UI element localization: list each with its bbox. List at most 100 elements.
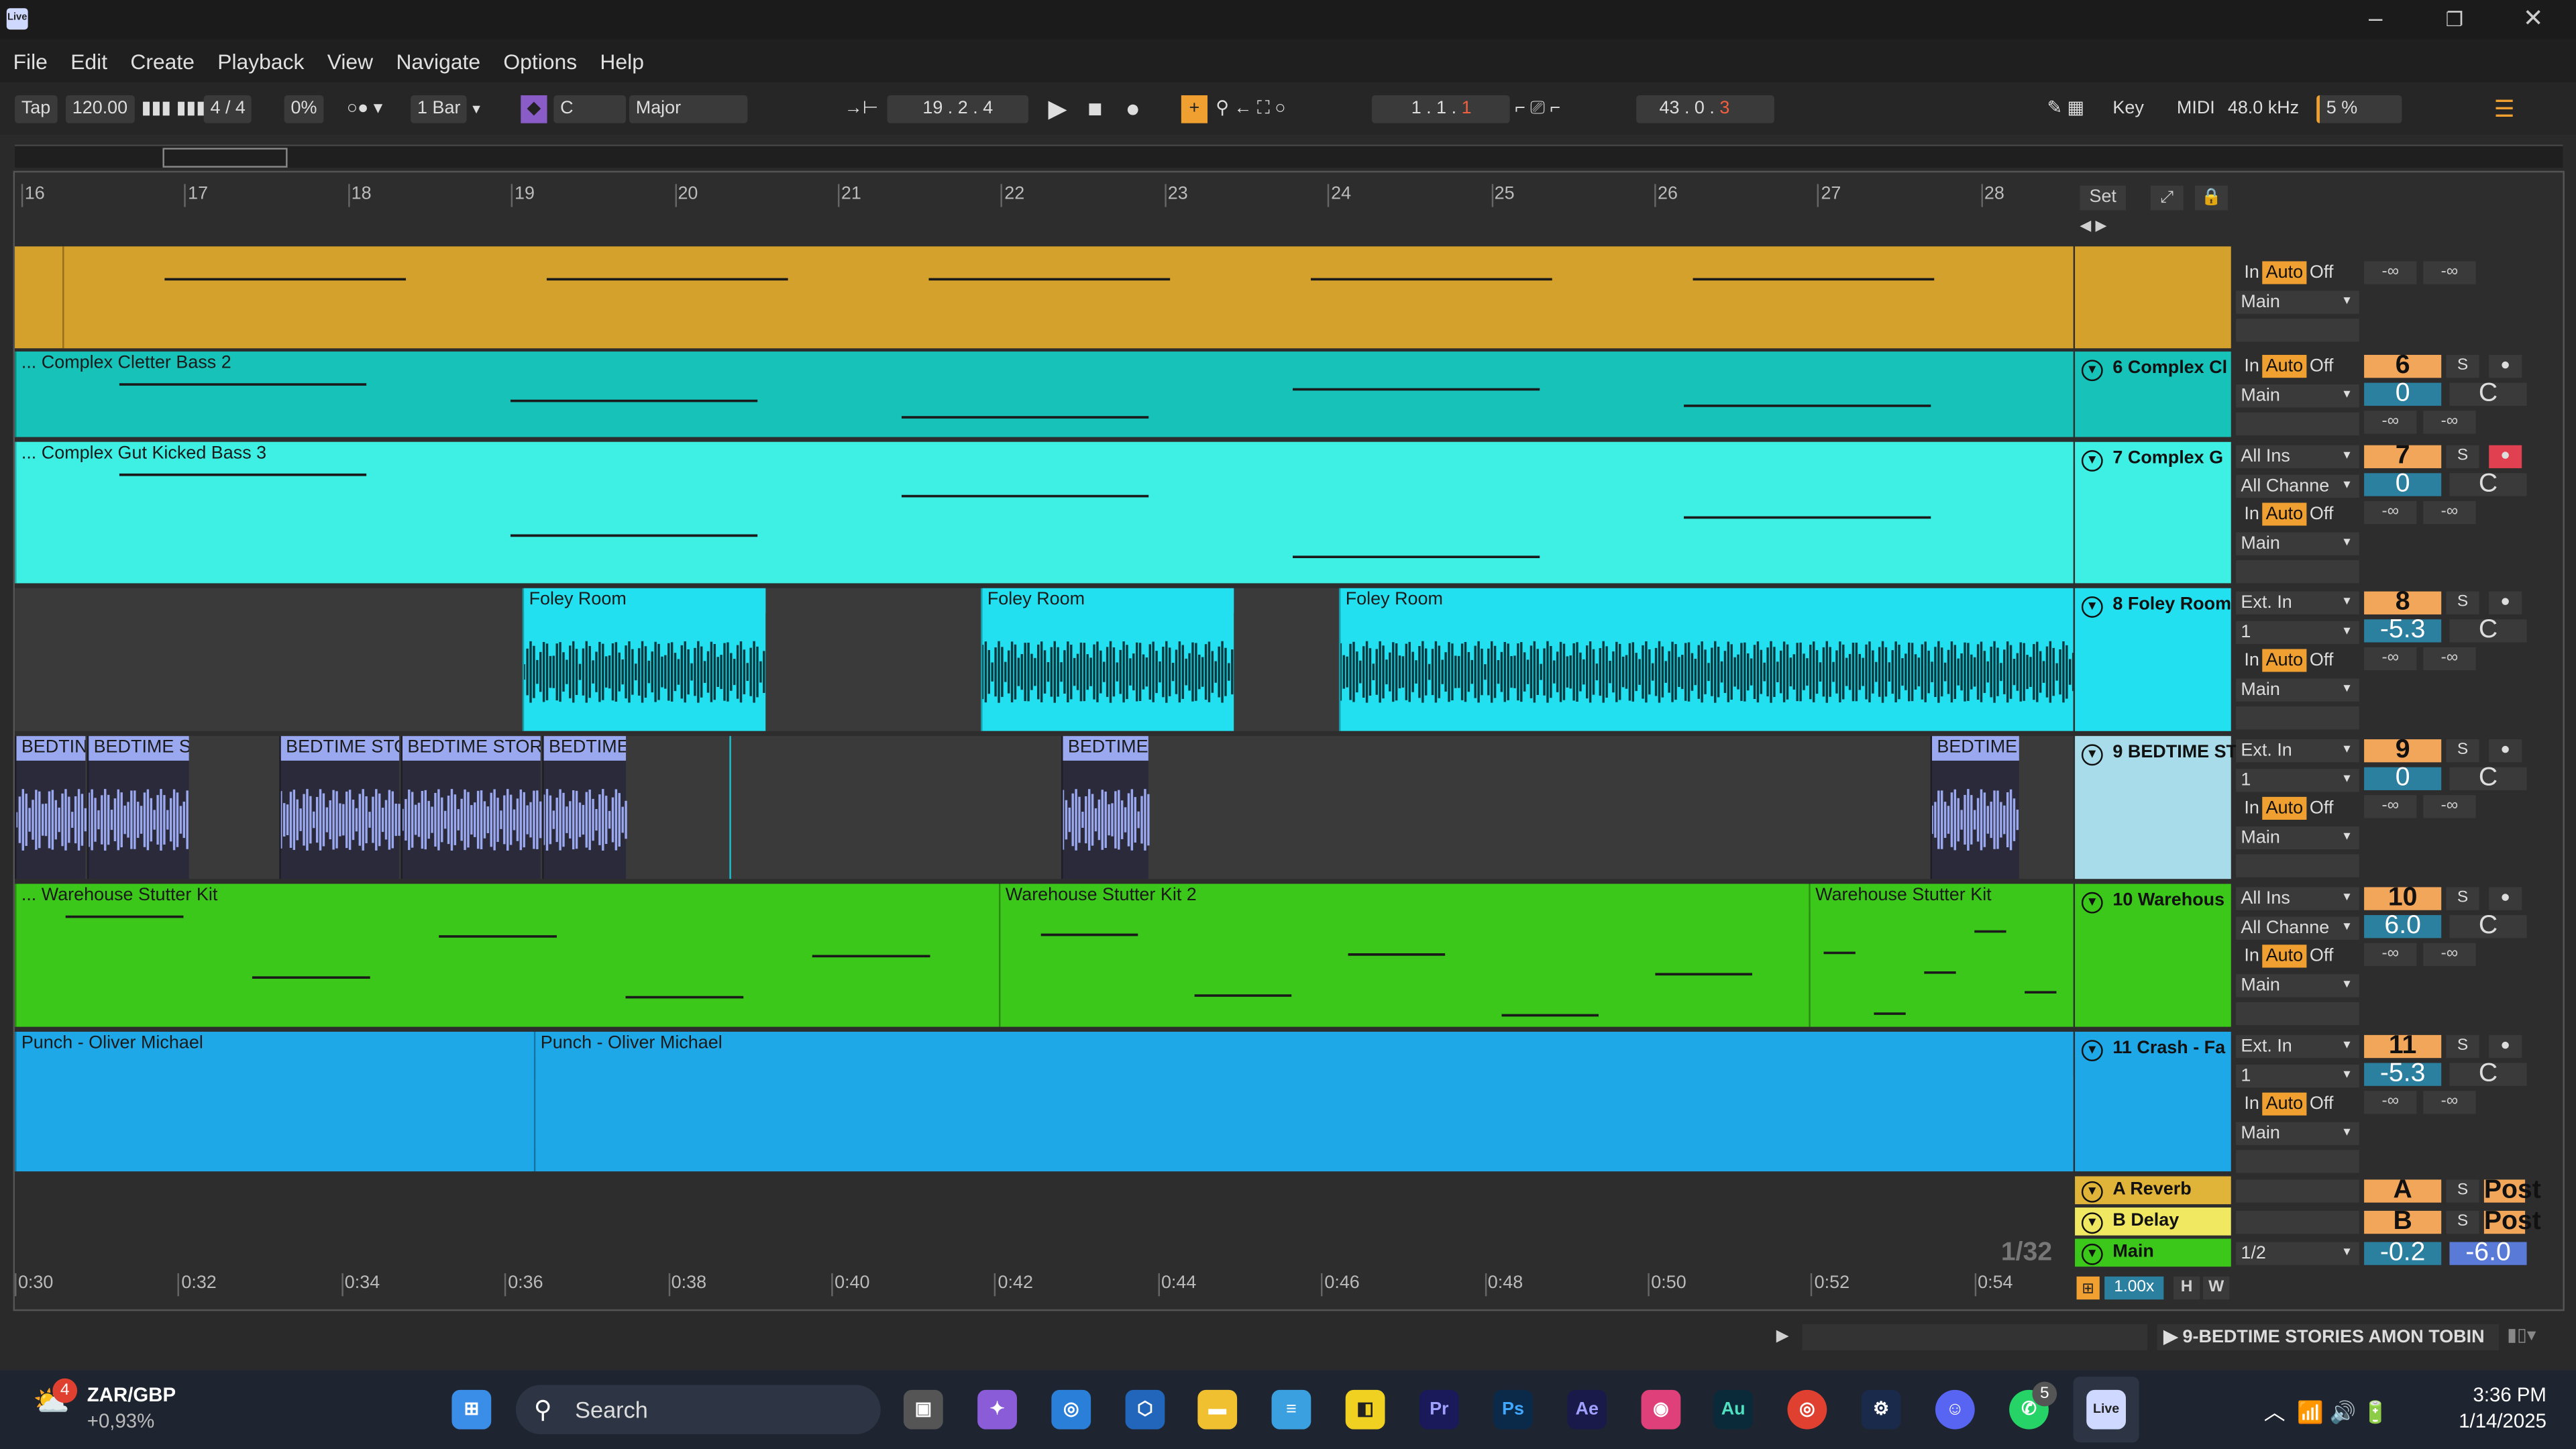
tempo-follow-icon[interactable]: ⊞: [2076, 1276, 2100, 1300]
arm-button[interactable]: ●: [2489, 1034, 2522, 1059]
pan-field[interactable]: C: [2449, 1061, 2527, 1087]
routing-field[interactable]: Main: [2236, 383, 2359, 407]
tempo-field[interactable]: 120.00: [65, 95, 134, 123]
clip[interactable]: BEDTIME STORIES: [400, 736, 542, 879]
send-field[interactable]: -∞: [2364, 795, 2417, 818]
send-field[interactable]: -∞: [2423, 411, 2476, 434]
arrangement-position-field[interactable]: 19 . 2 . 4: [887, 95, 1029, 123]
arrangement-overview[interactable]: [15, 144, 2563, 168]
routing-field[interactable]: 1: [2236, 620, 2359, 643]
send-field[interactable]: -∞: [2423, 261, 2476, 284]
monitor-switch[interactable]: In Auto Off: [2236, 1092, 2359, 1116]
track-header-t6[interactable]: 6 Complex Cl: [2075, 352, 2231, 437]
return-track-a[interactable]: A Reverb: [2075, 1176, 2231, 1205]
routing-field[interactable]: Ext. In: [2236, 739, 2359, 763]
monitor-auto[interactable]: Auto: [2262, 796, 2306, 820]
stop-button[interactable]: ■: [1087, 95, 1102, 123]
volume-field[interactable]: 0: [2364, 471, 2442, 497]
solo-button[interactable]: S: [2446, 445, 2479, 468]
track-header-t8[interactable]: 8 Foley Room: [2075, 588, 2231, 731]
clip[interactable]: BEDTIME STOR: [279, 736, 400, 879]
monitor-in[interactable]: In: [2241, 502, 2262, 525]
track-lane-t6[interactable]: ... Complex Cletter Bass 2: [15, 352, 2074, 437]
bar-marker[interactable]: 28: [1980, 184, 2004, 207]
minimize-button[interactable]: –: [2343, 3, 2408, 36]
routing-field[interactable]: Ext. In: [2236, 1034, 2359, 1059]
set-locator-button[interactable]: Set: [2080, 185, 2127, 211]
routing-field[interactable]: Main: [2236, 1121, 2359, 1144]
send-field[interactable]: -∞: [2423, 500, 2476, 525]
loop-start-field[interactable]: 1 . 1 . 1: [1371, 95, 1510, 123]
clip[interactable]: BEDTIME S: [1061, 736, 1150, 879]
clip[interactable]: Foley Room: [522, 588, 766, 731]
status-play-icon[interactable]: ▶: [1768, 1324, 1797, 1350]
send-field[interactable]: -∞: [2423, 1091, 2476, 1114]
track-lane-t7[interactable]: ... Complex Gut Kicked Bass 3: [15, 441, 2074, 584]
optimize-height-button[interactable]: H: [2174, 1276, 2200, 1300]
track-activator[interactable]: 6: [2364, 352, 2442, 378]
return-track-b[interactable]: B Delay: [2075, 1208, 2231, 1236]
bar-marker[interactable]: 23: [1164, 184, 1188, 207]
volume-field[interactable]: -5.3: [2364, 617, 2442, 643]
track-activator[interactable]: 10: [2364, 885, 2442, 911]
main-volume[interactable]: -0.2: [2364, 1240, 2442, 1266]
hamburger-menu-icon[interactable]: ☰: [2494, 95, 2515, 123]
midi-map-button[interactable]: MIDI: [2177, 95, 2215, 123]
routing-field[interactable]: Main: [2236, 290, 2359, 313]
routing-field[interactable]: Main: [2236, 973, 2359, 997]
bar-marker[interactable]: 25: [1491, 184, 1515, 207]
bar-marker[interactable]: 27: [1817, 184, 1841, 207]
pan-field[interactable]: C: [2449, 471, 2527, 497]
volume-field[interactable]: 0: [2364, 765, 2442, 791]
clip[interactable]: Foley Room: [981, 588, 1234, 731]
monitor-off[interactable]: Off: [2306, 797, 2337, 820]
routing-field[interactable]: [2236, 1002, 2359, 1026]
clip[interactable]: BEDTIME S: [1930, 736, 2019, 879]
monitor-auto[interactable]: Auto: [2262, 945, 2306, 968]
track-lane-t10[interactable]: ... Warehouse Stutter Kit Warehouse Stutt…: [15, 883, 2074, 1027]
menu-options[interactable]: Options: [503, 48, 577, 73]
expand-icon[interactable]: ⤢: [2150, 185, 2184, 211]
solo-button[interactable]: S: [2446, 591, 2479, 614]
routing-field[interactable]: [2236, 560, 2359, 584]
monitor-in[interactable]: In: [2241, 797, 2262, 820]
scale-menu[interactable]: Major: [629, 95, 748, 123]
bar-marker[interactable]: 19: [511, 184, 535, 207]
routing-field[interactable]: [2236, 319, 2359, 342]
menu-view[interactable]: View: [327, 48, 373, 73]
routing-field[interactable]: All Channe: [2236, 916, 2359, 939]
track-header-t5[interactable]: [2075, 246, 2231, 349]
tray-icons[interactable]: ︿ 📶 🔊 🔋: [2264, 1395, 2389, 1426]
bar-marker[interactable]: 20: [674, 184, 698, 207]
send-field[interactable]: -∞: [2423, 943, 2476, 967]
bar-marker[interactable]: 17: [184, 184, 208, 207]
bar-marker[interactable]: 24: [1328, 184, 1351, 207]
bar-marker[interactable]: 26: [1654, 184, 1678, 207]
key-map-button[interactable]: Key: [2112, 95, 2143, 123]
routing-field[interactable]: 1: [2236, 1063, 2359, 1087]
monitor-switch[interactable]: In Auto Off: [2236, 354, 2359, 378]
follow-icon[interactable]: →⊢: [845, 95, 878, 123]
quantize-menu[interactable]: 1 Bar: [411, 95, 468, 123]
send-field[interactable]: -∞: [2423, 647, 2476, 671]
clip[interactable]: Punch - Oliver Michael: [533, 1031, 2074, 1172]
arm-button[interactable]: ●: [2489, 887, 2522, 910]
ticker-symbol[interactable]: ZAR/GBP: [87, 1383, 176, 1406]
main-output-routing[interactable]: 1/2: [2236, 1242, 2359, 1265]
arm-button[interactable]: ●: [2489, 445, 2522, 468]
send-field[interactable]: -∞: [2364, 261, 2417, 284]
sticky-notes-icon[interactable]: ◧: [1345, 1389, 1385, 1430]
menu-create[interactable]: Create: [130, 48, 195, 73]
loop-length-field[interactable]: 43 . 0 . 3: [1636, 95, 1774, 123]
monitor-in[interactable]: In: [2241, 1093, 2262, 1116]
monitor-off[interactable]: Off: [2306, 1093, 2337, 1116]
time-ruler[interactable]: 0:30 0:32 0:34 0:36 0:38 0:40 0:42 0:44 0:46 0:48…: [14, 1269, 2074, 1298]
instagram-icon[interactable]: ◉: [1641, 1389, 1681, 1430]
file-explorer-icon[interactable]: ▬: [1197, 1389, 1238, 1430]
bar-marker[interactable]: 22: [1001, 184, 1024, 207]
monitor-in[interactable]: In: [2241, 261, 2262, 284]
arm-button[interactable]: ●: [2489, 591, 2522, 614]
volume-field[interactable]: 0: [2364, 380, 2442, 407]
monitor-off[interactable]: Off: [2306, 945, 2337, 967]
pan-field[interactable]: C: [2449, 380, 2527, 407]
